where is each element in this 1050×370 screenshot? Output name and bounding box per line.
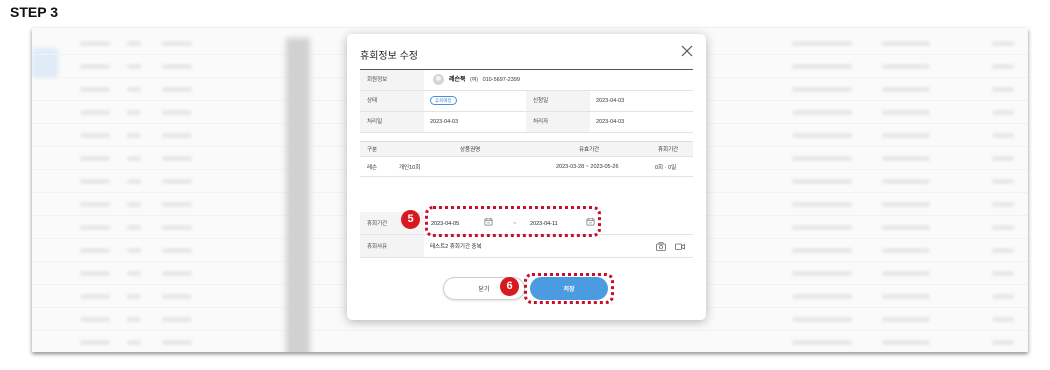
member-label: 회원정보 xyxy=(360,70,424,90)
member-value: 레슨북 (여) 010-5697-2399 xyxy=(449,70,520,90)
header-product: 상품권명 xyxy=(460,147,481,153)
cell-valid-period: 2023-03-28 ~ 2023-05-26 xyxy=(556,163,619,170)
step-marker-6: 6 xyxy=(500,277,519,296)
camera-icon[interactable] xyxy=(656,242,666,251)
pause-reason-label: 휴회사유 xyxy=(360,235,424,257)
product-table-header: 구분 상품권명 유효기간 휴회기간 xyxy=(360,141,693,157)
header-category: 구분 xyxy=(367,147,378,153)
save-button-highlight xyxy=(524,273,614,304)
member-row: 회원정보 레슨북 (여) 010-5697-2399 xyxy=(360,70,693,91)
process-row: 처리일 2023-04-03 처리자 2023-04-03 xyxy=(360,112,693,133)
video-icon[interactable] xyxy=(675,242,685,251)
table-row: 레슨 개인10회 2023-03-28 ~ 2023-05-26 0회 · 0일 xyxy=(360,157,693,177)
status-label: 상태 xyxy=(360,91,424,111)
process-date-value: 2023-04-03 xyxy=(430,119,459,125)
avatar xyxy=(433,74,444,85)
pause-reason-value[interactable]: 테스트2 휴회기간 중복 xyxy=(430,235,482,257)
cell-product: 개인10회 xyxy=(399,164,421,171)
status-badge: 휴회예정 xyxy=(430,96,457,106)
process-date-label: 처리일 xyxy=(360,112,424,132)
status-row: 상태 휴회예정 신청일 2023-04-03 xyxy=(360,91,693,112)
date-range-highlight xyxy=(425,206,601,237)
status-value: 휴회예정 xyxy=(430,91,457,111)
pause-reason-row: 휴회사유 테스트2 휴회기간 중복 xyxy=(360,235,693,258)
cell-pause-period: 0회 · 0일 xyxy=(655,164,677,171)
member-name: 레슨북 xyxy=(449,77,466,83)
member-phone: 010-5697-2399 xyxy=(482,77,520,83)
header-valid-period: 유효기간 xyxy=(579,147,600,153)
step-title: STEP 3 xyxy=(10,4,58,20)
processor-value: 2023-04-03 xyxy=(596,119,625,125)
step-marker-5: 5 xyxy=(401,210,420,229)
close-icon[interactable] xyxy=(680,44,694,58)
processor-label: 처리자 xyxy=(526,112,590,132)
member-gender: (여) xyxy=(470,77,479,83)
cell-category: 레슨 xyxy=(367,164,378,171)
apply-date-value: 2023-04-03 xyxy=(596,98,625,104)
header-pause-period: 휴회기간 xyxy=(658,147,679,153)
modal-title: 휴회정보 수정 xyxy=(360,51,418,62)
apply-date-label: 신청일 xyxy=(526,91,590,111)
